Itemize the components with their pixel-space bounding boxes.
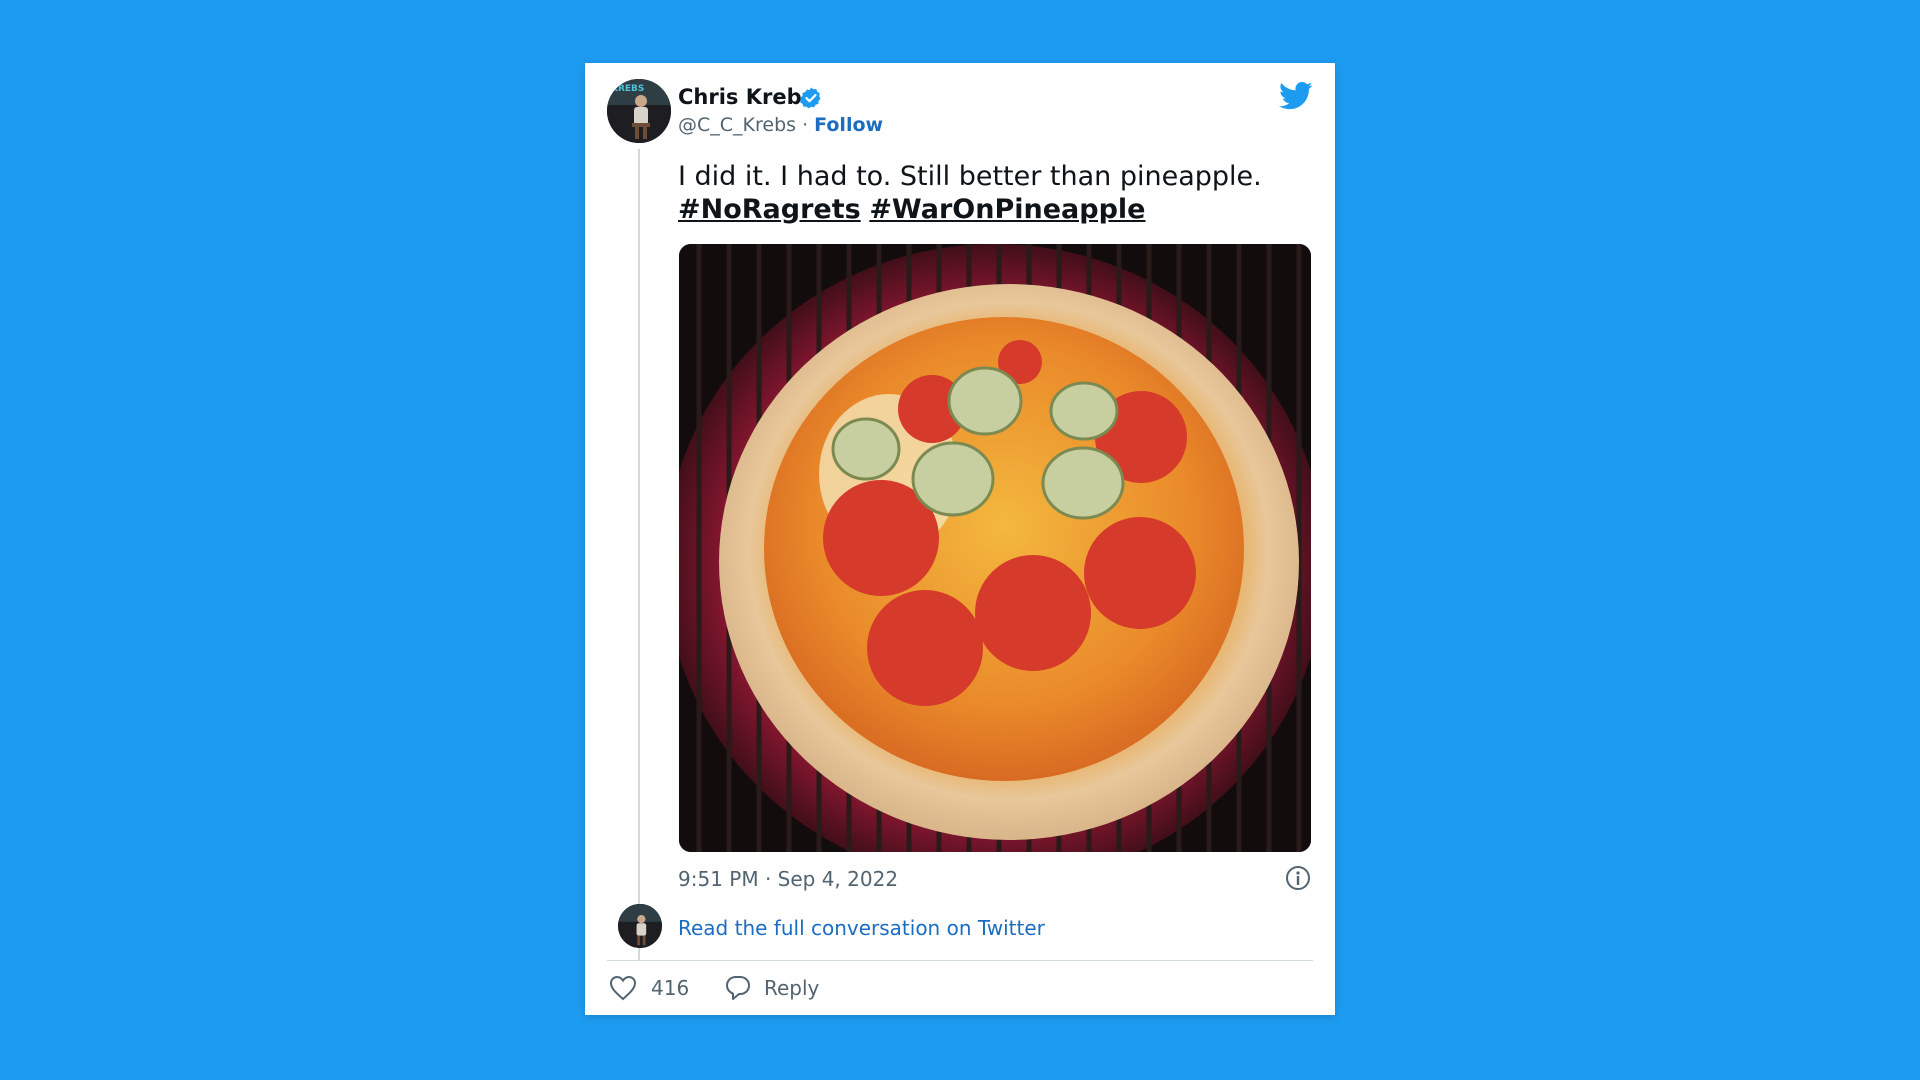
tweet-embed-card: KREBS Chris Krebs @C_C_Krebs · Follow I … bbox=[585, 63, 1335, 1015]
tweet-media-photo[interactable] bbox=[679, 244, 1311, 852]
hashtag-noragrets[interactable]: #NoRagrets bbox=[678, 194, 861, 225]
conversation-avatar[interactable] bbox=[618, 904, 662, 948]
follow-link[interactable]: Follow bbox=[814, 114, 883, 136]
pizza-photo bbox=[679, 244, 1311, 852]
handle-row: @C_C_Krebs · Follow bbox=[678, 114, 883, 136]
speech-bubble-icon[interactable] bbox=[724, 974, 752, 1002]
hashtag-row: #NoRagrets #WarOnPineapple bbox=[678, 193, 1298, 226]
author-avatar[interactable]: KREBS bbox=[607, 79, 671, 143]
author-name[interactable]: Chris Krebs bbox=[678, 85, 814, 109]
avatar-badge-text: KREBS bbox=[611, 84, 644, 94]
hashtag-waronpineapple[interactable]: #WarOnPineapple bbox=[869, 194, 1145, 225]
reply-button[interactable]: Reply bbox=[764, 976, 819, 1000]
like-count[interactable]: 416 bbox=[651, 976, 689, 1000]
tweet-text-line: I did it. I had to. Still better than pi… bbox=[678, 161, 1262, 192]
author-handle[interactable]: @C_C_Krebs bbox=[678, 114, 796, 136]
heart-icon[interactable] bbox=[609, 975, 637, 1001]
info-icon[interactable] bbox=[1285, 865, 1311, 891]
read-full-conversation-link[interactable]: Read the full conversation on Twitter bbox=[678, 916, 1045, 940]
thread-line bbox=[638, 149, 640, 961]
twitter-bird-icon[interactable] bbox=[1279, 81, 1313, 111]
tweet-timestamp[interactable]: 9:51 PM · Sep 4, 2022 bbox=[678, 867, 898, 891]
handle-separator: · bbox=[796, 114, 815, 136]
verified-badge-icon bbox=[800, 87, 821, 109]
footer-divider bbox=[607, 960, 1313, 961]
tweet-text: I did it. I had to. Still better than pi… bbox=[678, 160, 1298, 226]
